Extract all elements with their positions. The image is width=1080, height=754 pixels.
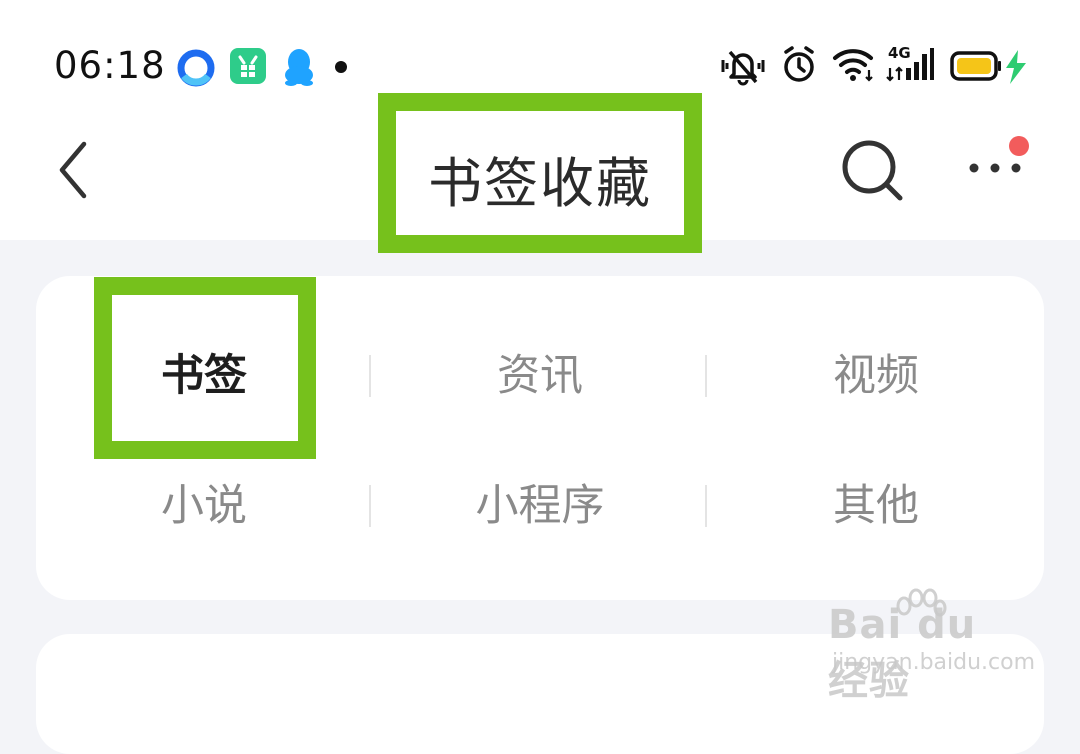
tab-bookmarks[interactable]: 书签 [36,336,372,416]
status-time: 06:18 [54,44,166,87]
tab-mini-programs[interactable]: 小程序 [372,466,708,546]
notification-dot [1009,136,1029,156]
tab-divider [705,485,707,527]
tab-divider [369,485,371,527]
battery-charging-icon [950,50,1026,84]
tab-divider [705,355,707,397]
search-button[interactable] [838,136,908,206]
cellular-signal-icon [886,48,934,82]
page-title: 书签收藏 [428,152,652,215]
alarm-icon [784,46,814,82]
more-notifications-icon [335,61,347,73]
more-options-button[interactable] [962,132,1032,192]
tab-novels[interactable]: 小说 [36,466,372,546]
qq-icon [285,49,313,86]
tab-other[interactable]: 其他 [708,466,1044,546]
tab-news[interactable]: 资讯 [372,336,708,416]
tab-divider [369,355,371,397]
category-card: 书签 资讯 视频 小说 小程序 其他 [36,276,1044,600]
title-highlight-box: 书签收藏 [378,93,702,253]
tool-app-icon [230,48,266,84]
baidu-jingyan-watermark: Bai du 经验 jingyan.baidu.com [828,588,1035,704]
back-button[interactable] [50,138,98,202]
browser-icon [177,49,215,87]
wifi-icon [833,49,873,82]
vibrate-silent-icon [721,50,765,86]
watermark-url: jingyan.baidu.com [832,650,1036,675]
tab-videos[interactable]: 视频 [708,336,1044,416]
